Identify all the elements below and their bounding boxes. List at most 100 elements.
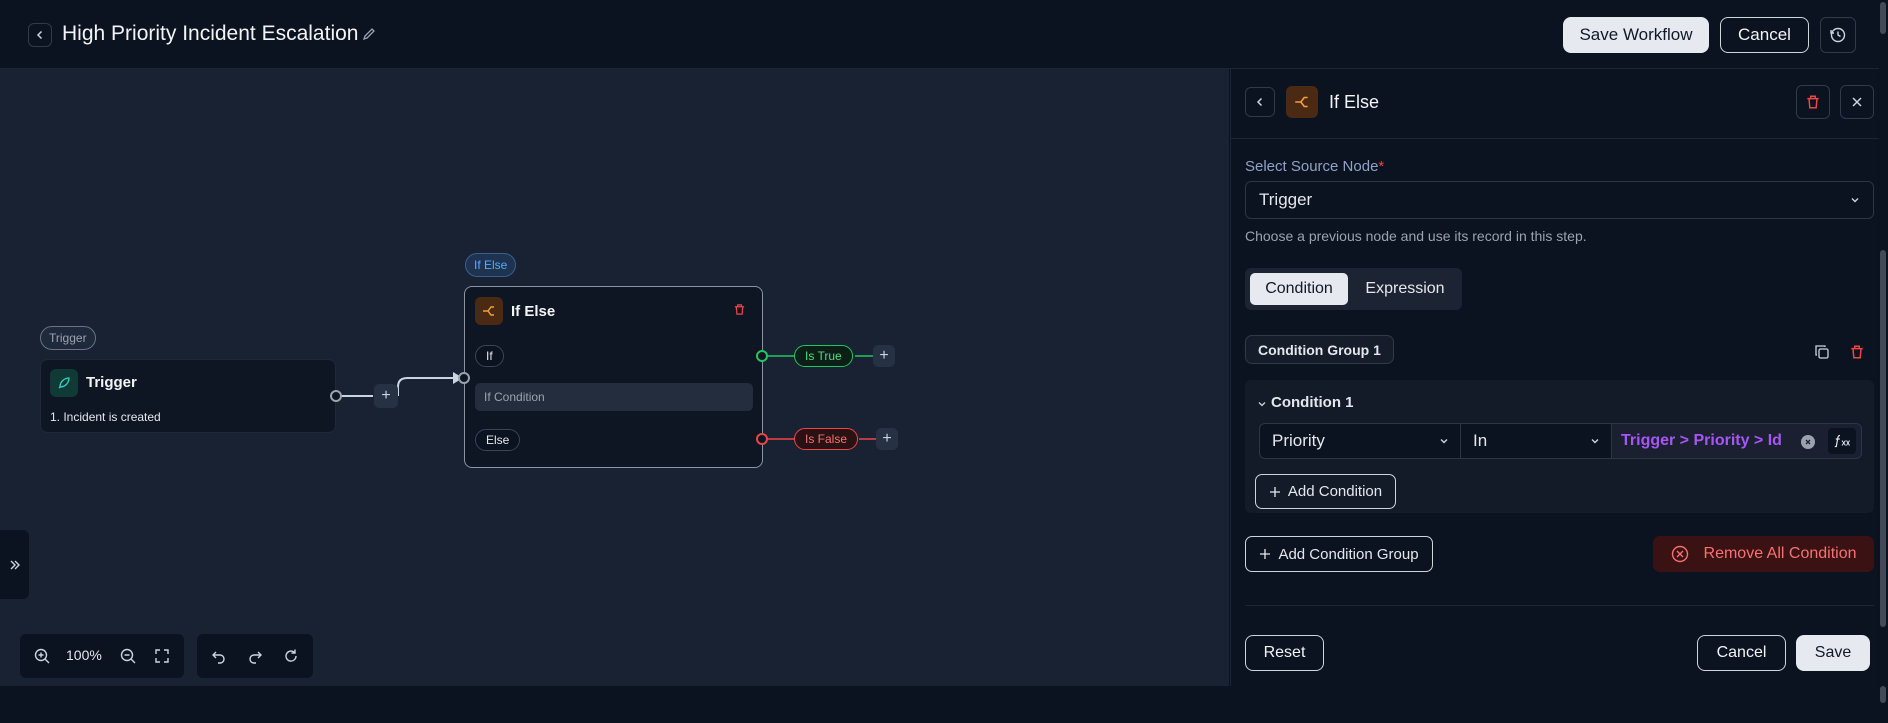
ifelse-node[interactable]: If Else If If Condition Else	[464, 286, 763, 468]
add-condition-group-label: Add Condition Group	[1278, 545, 1419, 563]
condition-operator-select[interactable]: In	[1460, 423, 1612, 459]
history-button[interactable]	[1820, 17, 1856, 53]
workflow-canvas[interactable]: Trigger Trigger 1. Incident is created +…	[0, 69, 1229, 686]
rocket-icon	[58, 377, 70, 389]
pencil-icon	[362, 28, 375, 41]
source-node-label: Select Source Node*	[1245, 158, 1384, 175]
trigger-node-icon	[50, 369, 78, 397]
panel-close-button[interactable]	[1840, 85, 1874, 119]
workflow-editor: High Priority Incident Escalation Save W…	[0, 0, 1888, 723]
condition-value-text: Trigger > Priority > Id	[1621, 432, 1782, 449]
redo-button[interactable]	[243, 644, 267, 668]
zoom-level: 100%	[66, 647, 102, 663]
tab-condition[interactable]: Condition	[1250, 273, 1348, 305]
trigger-add-node-button[interactable]: +	[374, 384, 398, 408]
history-icon	[1830, 27, 1846, 43]
close-icon	[1852, 97, 1862, 107]
condition-field-value: Priority	[1272, 431, 1325, 450]
trigger-node-desc: 1. Incident is created	[50, 410, 161, 424]
zoom-out-icon	[120, 648, 136, 664]
redo-icon	[249, 651, 262, 664]
bottom-strip	[0, 686, 1880, 723]
zoom-toolbar: 100%	[20, 634, 184, 678]
add-condition-group-button[interactable]: Add Condition Group	[1245, 536, 1433, 572]
trash-icon	[1851, 345, 1863, 359]
duplicate-group-button[interactable]	[1814, 344, 1832, 362]
condition-field-select[interactable]: Priority	[1259, 423, 1461, 459]
tab-expression[interactable]: Expression	[1353, 273, 1457, 305]
function-button[interactable]	[1828, 428, 1856, 454]
ifelse-tag: If Else	[465, 253, 517, 277]
function-icon	[1834, 434, 1850, 448]
delete-group-button[interactable]	[1849, 344, 1867, 362]
circle-x-icon	[1671, 545, 1688, 563]
false-output-handle[interactable]	[756, 433, 768, 445]
chevron-left-icon	[36, 30, 43, 40]
scrollbar-thumb-bottom[interactable]	[1880, 686, 1886, 703]
panel-cancel-button[interactable]: Cancel	[1697, 635, 1786, 671]
condition-group-badge: Condition Group 1	[1245, 335, 1394, 364]
chevron-down-icon	[1440, 439, 1448, 444]
fit-view-button[interactable]	[150, 644, 174, 668]
ifelse-input-handle[interactable]	[458, 372, 470, 384]
if-pill: If	[475, 345, 504, 367]
save-workflow-button[interactable]: Save Workflow	[1563, 17, 1709, 53]
trigger-output-handle[interactable]	[330, 390, 342, 402]
source-node-help: Choose a previous node and use its recor…	[1245, 228, 1587, 244]
trigger-node[interactable]: Trigger 1. Incident is created	[40, 359, 336, 433]
source-node-label-text: Select Source Node	[1245, 158, 1379, 175]
reset-button[interactable]: Reset	[1245, 635, 1324, 671]
remove-all-condition-label: Remove All Condition	[1703, 545, 1857, 562]
true-add-node-button[interactable]: +	[873, 345, 895, 367]
panel-delete-button[interactable]	[1796, 85, 1830, 119]
cancel-workflow-button[interactable]: Cancel	[1720, 17, 1809, 53]
chevron-down-icon	[1591, 439, 1599, 444]
refresh-button[interactable]	[279, 644, 303, 668]
panel-save-button[interactable]: Save	[1796, 635, 1870, 671]
plus-icon	[1269, 486, 1280, 497]
condition-operator-value: In	[1473, 431, 1488, 450]
condition-block: Condition 1 Priority In Trigger > Priori…	[1245, 380, 1874, 513]
panel-node-icon	[1286, 86, 1318, 118]
zoom-out-button[interactable]	[116, 644, 140, 668]
mode-tabs: Condition Expression	[1245, 268, 1462, 310]
fullscreen-icon	[155, 649, 169, 663]
ifelse-node-icon	[475, 297, 503, 325]
undo-button[interactable]	[207, 644, 231, 668]
condition-value-input[interactable]: Trigger > Priority > Id	[1611, 423, 1862, 459]
trigger-node-title: Trigger	[86, 374, 137, 391]
false-add-node-button[interactable]: +	[876, 428, 898, 450]
zoom-in-button[interactable]	[30, 644, 54, 668]
clear-value-button[interactable]	[1801, 435, 1815, 449]
history-toolbar	[197, 634, 313, 678]
true-output-handle[interactable]	[756, 350, 768, 362]
clear-icon	[1805, 439, 1811, 445]
collapse-chevron-icon[interactable]	[1257, 399, 1267, 409]
else-pill: Else	[475, 429, 521, 451]
ifelse-delete-button[interactable]	[733, 303, 747, 317]
if-condition-box[interactable]: If Condition	[475, 383, 753, 411]
chevron-left-icon	[1256, 97, 1263, 107]
panel-title: If Else	[1329, 92, 1380, 112]
source-node-value: Trigger	[1259, 190, 1313, 209]
zoom-in-icon	[34, 648, 50, 664]
node-config-panel: If Else Select Source Node* Trigger Choo…	[1230, 69, 1879, 686]
plus-icon	[1260, 549, 1271, 559]
scrollbar-thumb-panel[interactable]	[1880, 250, 1886, 627]
edit-title-button[interactable]	[361, 26, 379, 44]
add-condition-label: Add Condition	[1287, 483, 1383, 500]
remove-all-condition-button[interactable]: Remove All Condition	[1653, 536, 1874, 572]
footer-divider-top	[1245, 605, 1874, 606]
double-chevron-right-icon	[10, 560, 20, 569]
expand-sidebar-button[interactable]	[0, 530, 29, 599]
trigger-tag: Trigger	[40, 326, 96, 350]
scrollbar-thumb-top[interactable]	[1880, 2, 1886, 34]
trash-icon	[734, 304, 745, 315]
branch-icon	[1295, 96, 1308, 108]
panel-back-button[interactable]	[1245, 87, 1275, 117]
if-condition-text: If Condition	[484, 390, 545, 404]
add-condition-button[interactable]: Add Condition	[1255, 474, 1396, 509]
source-node-select[interactable]: Trigger	[1245, 181, 1874, 219]
chevron-down-icon	[1851, 198, 1859, 203]
back-button[interactable]	[28, 23, 52, 47]
